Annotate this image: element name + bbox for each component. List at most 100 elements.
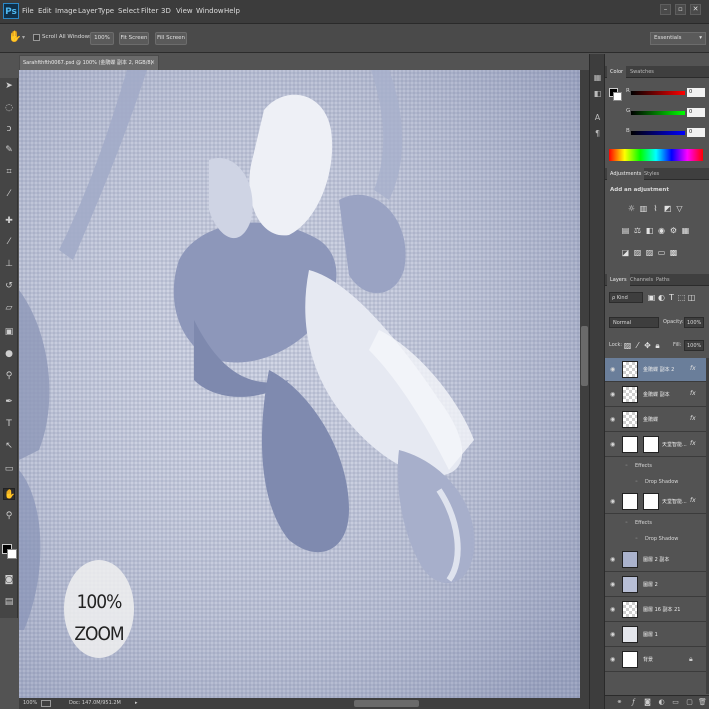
minimize-button[interactable]: – xyxy=(660,4,671,15)
crop-tool-icon[interactable]: ⌗ xyxy=(3,166,15,178)
fill-field[interactable]: 100% xyxy=(684,340,704,351)
menu-filter[interactable]: Filter xyxy=(141,7,158,15)
vertical-scroll-thumb[interactable] xyxy=(581,326,588,386)
color-spectrum-ramp[interactable] xyxy=(609,149,703,161)
posterize-icon[interactable]: ▨ xyxy=(633,248,642,257)
color-lookup-icon[interactable]: ▦ xyxy=(681,226,690,235)
effects-row[interactable]: ◦ Effects xyxy=(605,515,706,531)
fill-screen-button[interactable]: Fill Screen xyxy=(155,32,187,45)
hand-tool-icon[interactable]: ✋ xyxy=(3,488,15,500)
background-color-swatch[interactable] xyxy=(7,549,17,559)
tab-swatches[interactable]: Swatches xyxy=(627,66,657,78)
export-icon[interactable] xyxy=(41,700,51,707)
lock-position-icon[interactable]: ✥ xyxy=(643,341,652,350)
layer-name[interactable]: 金鵰蝶 xyxy=(643,416,689,423)
tab-color[interactable]: Color xyxy=(607,66,627,78)
green-value[interactable]: 0 xyxy=(687,108,705,117)
layer-name[interactable]: 背景 xyxy=(643,656,683,663)
history-brush-tool-icon[interactable]: ↺ xyxy=(3,280,15,292)
opacity-field[interactable]: 100% xyxy=(684,317,704,328)
quick-select-tool-icon[interactable]: ✎ xyxy=(3,144,15,156)
menu-image[interactable]: Image xyxy=(55,7,77,15)
blend-mode-select[interactable]: Normal xyxy=(609,317,659,328)
zoom-100-button[interactable]: 100% xyxy=(90,32,114,45)
tab-styles[interactable]: Styles xyxy=(641,168,662,180)
layer-fx-icon[interactable]: fx xyxy=(690,365,696,372)
visibility-eye-icon[interactable]: ◉ xyxy=(610,631,615,638)
visibility-eye-icon[interactable]: ◉ xyxy=(610,366,615,373)
blue-value[interactable]: 0 xyxy=(687,128,705,137)
character-panel-icon[interactable]: A xyxy=(592,112,603,123)
layer-row[interactable]: ◉ 天堂智能... fx xyxy=(605,433,706,457)
scroll-all-windows-checkbox[interactable] xyxy=(33,34,40,41)
layer-name[interactable]: 金鵰蝶 副本 xyxy=(643,391,689,398)
layer-fx-icon[interactable]: fx xyxy=(690,415,696,422)
healing-brush-tool-icon[interactable]: ✚ xyxy=(3,215,15,227)
status-menu-arrow-icon[interactable]: ▸ xyxy=(135,698,138,709)
layer-name[interactable]: 天堂智能... xyxy=(662,498,690,505)
visibility-eye-icon[interactable]: ◉ xyxy=(610,606,615,613)
filter-adjustment-icon[interactable]: ◐ xyxy=(657,293,666,302)
effects-eye-icon[interactable]: ◦ xyxy=(625,515,628,531)
visibility-eye-icon[interactable]: ◉ xyxy=(610,498,615,505)
effects-row[interactable]: ◦ Effects xyxy=(605,458,706,474)
dodge-tool-icon[interactable]: ⚲ xyxy=(3,370,15,382)
vertical-scrollbar[interactable] xyxy=(580,70,589,698)
layer-name[interactable]: 圖層 2 xyxy=(643,581,689,588)
tab-adjustments[interactable]: Adjustments xyxy=(607,168,645,180)
layer-row[interactable]: ◉ 金鵰蝶 副本 fx xyxy=(605,383,706,407)
pen-tool-icon[interactable]: ✒ xyxy=(3,396,15,408)
menu-file[interactable]: File xyxy=(22,7,34,15)
link-layers-icon[interactable]: ⚭ xyxy=(615,698,624,707)
hue-saturation-icon[interactable]: ▤ xyxy=(621,226,630,235)
drop-shadow-row[interactable]: ◦ Drop Shadow xyxy=(605,474,706,490)
layer-row[interactable]: ◉ 圖層 2 副本 xyxy=(605,548,706,572)
black-white-icon[interactable]: ◧ xyxy=(645,226,654,235)
menu-window[interactable]: Window xyxy=(196,7,224,15)
lasso-tool-icon[interactable]: ↄ xyxy=(3,123,15,135)
paragraph-panel-icon[interactable]: ¶ xyxy=(592,128,603,139)
layer-name[interactable]: 天堂智能... xyxy=(662,441,690,448)
curves-icon[interactable]: ⌇ xyxy=(651,204,660,213)
maximize-button[interactable]: ▫ xyxy=(675,4,686,15)
rectangle-tool-icon[interactable]: ▭ xyxy=(3,463,15,475)
visibility-eye-icon[interactable]: ◉ xyxy=(610,391,615,398)
blur-tool-icon[interactable]: ● xyxy=(3,348,15,360)
history-panel-icon[interactable]: ▦ xyxy=(592,72,603,83)
fit-screen-button[interactable]: Fit Screen xyxy=(119,32,149,45)
vibrance-icon[interactable]: ▽ xyxy=(675,204,684,213)
brightness-contrast-icon[interactable]: ☼ xyxy=(627,204,636,213)
visibility-eye-icon[interactable]: ◉ xyxy=(610,656,615,663)
layer-filter-kind[interactable]: ρ Kind xyxy=(609,292,643,303)
layer-name[interactable]: 圖層 1 xyxy=(643,631,689,638)
blue-slider[interactable] xyxy=(631,131,685,135)
effects-eye-icon[interactable]: ◦ xyxy=(625,458,628,474)
new-adjustment-layer-icon[interactable]: ◐ xyxy=(657,698,666,707)
close-icon[interactable]: × xyxy=(150,59,155,66)
tool-preset-dropdown-icon[interactable]: ▾ xyxy=(22,34,25,41)
new-layer-icon[interactable]: ▢ xyxy=(685,698,694,707)
filter-smart-object-icon[interactable]: ◫ xyxy=(687,293,696,302)
color-balance-icon[interactable]: ⚖ xyxy=(633,226,642,235)
type-tool-icon[interactable]: T xyxy=(3,418,15,430)
tab-paths[interactable]: Paths xyxy=(653,274,673,286)
menu-layer[interactable]: Layer xyxy=(78,7,98,15)
layer-name[interactable]: 圖層 16 副本 21 xyxy=(643,606,689,613)
layer-row[interactable]: ◉ 圖層 2 xyxy=(605,573,706,597)
visibility-eye-icon[interactable]: ◉ xyxy=(610,441,615,448)
visibility-eye-icon[interactable]: ◉ xyxy=(610,581,615,588)
lock-transparent-icon[interactable]: ▨ xyxy=(623,341,632,350)
layer-row[interactable]: ◉ 圖層 16 副本 21 xyxy=(605,598,706,622)
selective-color-icon[interactable]: ▩ xyxy=(669,248,678,257)
layer-row[interactable]: ◉ 金鵰蝶 副本 2 fx xyxy=(605,358,706,382)
brush-tool-icon[interactable]: ⁄ xyxy=(3,236,15,248)
red-value[interactable]: 0 xyxy=(687,88,705,97)
new-group-icon[interactable]: ▭ xyxy=(671,698,680,707)
menu-3d[interactable]: 3D xyxy=(161,7,171,15)
visibility-eye-icon[interactable]: ◉ xyxy=(610,416,615,423)
marquee-tool-icon[interactable]: ◌ xyxy=(3,102,15,114)
layer-name[interactable]: 金鵰蝶 副本 2 xyxy=(643,366,689,373)
green-slider[interactable] xyxy=(631,111,685,115)
exposure-icon[interactable]: ◩ xyxy=(663,204,672,213)
hand-tool-icon[interactable]: ✋ xyxy=(8,30,22,43)
